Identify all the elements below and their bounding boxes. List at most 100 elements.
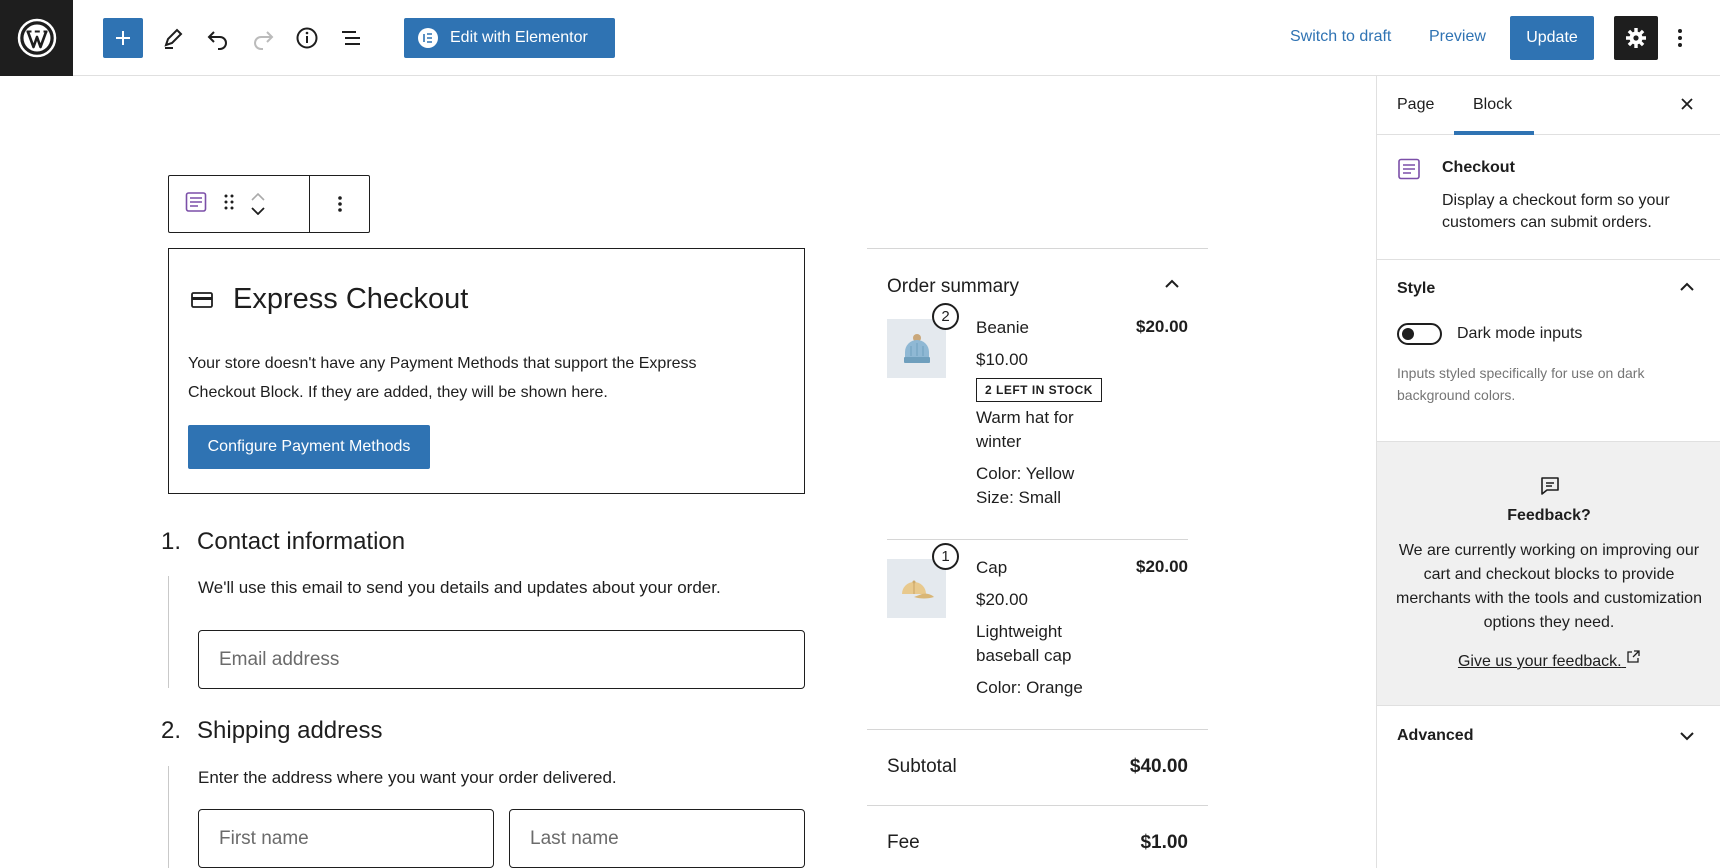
summary-divider xyxy=(867,729,1208,730)
item-name: Beanie xyxy=(976,318,1029,337)
subtotal-row: Subtotal $40.00 xyxy=(887,756,1188,778)
beanie-thumbnail xyxy=(887,319,946,378)
dark-mode-help-text: Inputs styled specifically for use on da… xyxy=(1397,365,1645,403)
wordpress-icon xyxy=(17,18,56,58)
close-icon[interactable] xyxy=(1679,96,1695,112)
cap-image xyxy=(901,580,934,598)
summary-top-border xyxy=(867,248,1208,249)
block-toolbar-main xyxy=(169,176,310,232)
add-block-button[interactable] xyxy=(103,18,143,58)
more-vertical-icon xyxy=(1678,29,1682,47)
wordpress-logo-button[interactable] xyxy=(0,0,73,76)
item-description: Lightweight baseball cap xyxy=(976,622,1072,665)
block-description: Display a checkout form so your customer… xyxy=(1442,192,1670,231)
shipping-description: Enter the address where you want your or… xyxy=(198,768,617,787)
quantity-badge: 2 xyxy=(932,303,959,330)
preview-button[interactable]: Preview xyxy=(1429,28,1486,46)
express-checkout-block[interactable]: Express Checkout Your store doesn't have… xyxy=(168,248,805,494)
drag-handle-icon xyxy=(224,194,234,209)
info-icon xyxy=(296,27,318,49)
low-stock-badge: 2 LEFT IN STOCK xyxy=(976,378,1102,402)
tab-page[interactable]: Page xyxy=(1397,96,1434,114)
more-vertical-icon xyxy=(337,196,342,212)
shipping-address-heading: 2. Shipping address xyxy=(161,717,382,745)
undo-icon xyxy=(207,31,227,50)
pencil-icon xyxy=(164,28,183,49)
settings-sidebar: Page Block Checkout Display a checkout f… xyxy=(1376,76,1720,868)
update-button[interactable]: Update xyxy=(1510,16,1594,60)
feedback-title: Feedback? xyxy=(1507,507,1591,524)
block-card: Checkout Display a checkout form so your… xyxy=(1377,135,1720,260)
tab-block[interactable]: Block xyxy=(1473,96,1512,114)
feedback-panel: Feedback? We are currently working on im… xyxy=(1377,442,1720,706)
item-attribute: Size: Small xyxy=(976,488,1062,507)
edit-with-elementor-button[interactable]: Edit with Elementor xyxy=(404,18,615,58)
move-down-icon[interactable] xyxy=(251,207,265,215)
item-total-price: $20.00 xyxy=(1136,557,1188,576)
external-link-icon xyxy=(1627,650,1640,663)
item-attribute: Color: Yellow xyxy=(976,464,1075,483)
list-view-icon xyxy=(342,31,360,45)
switch-to-draft-button[interactable]: Switch to draft xyxy=(1290,28,1391,46)
fee-value: $1.00 xyxy=(1140,832,1188,853)
step-number: 1. xyxy=(161,528,182,555)
item-attribute: Color: Orange xyxy=(976,678,1083,697)
quantity-badge: 1 xyxy=(932,543,959,570)
advanced-panel-title: Advanced xyxy=(1397,727,1474,744)
cap-details: Cap $20.00 Lightweight baseball cap Colo… xyxy=(976,556,1116,700)
settings-button[interactable] xyxy=(1614,16,1658,60)
elementor-icon xyxy=(418,28,438,48)
express-checkout-heading: Express Checkout xyxy=(191,283,468,316)
dark-mode-inputs-label: Dark mode inputs xyxy=(1457,325,1583,342)
tools-button[interactable] xyxy=(153,18,193,58)
undo-button[interactable] xyxy=(198,18,238,58)
feedback-text: We are currently working on improving ou… xyxy=(1396,542,1702,631)
move-up-icon[interactable] xyxy=(251,193,265,201)
subtotal-label: Subtotal xyxy=(887,756,957,777)
express-checkout-title: Express Checkout xyxy=(233,283,469,315)
credit-card-icon xyxy=(191,291,213,308)
chevron-down-icon[interactable] xyxy=(1679,730,1695,742)
chevron-up-icon[interactable] xyxy=(1679,281,1695,293)
block-toolbar xyxy=(168,175,370,233)
subtotal-value: $40.00 xyxy=(1129,756,1188,777)
details-button[interactable] xyxy=(287,18,327,58)
step-divider xyxy=(168,766,169,868)
list-view-button[interactable] xyxy=(331,18,371,58)
redo-icon xyxy=(254,31,274,50)
item-unit-price: $10.00 xyxy=(976,350,1028,369)
block-movers xyxy=(251,193,265,215)
configure-payment-methods-button[interactable]: Configure Payment Methods xyxy=(188,425,430,469)
editor-canvas: Express Checkout Your store doesn't have… xyxy=(0,76,1376,868)
advanced-panel[interactable]: Advanced xyxy=(1377,706,1720,766)
step-title: Shipping address xyxy=(197,717,383,744)
options-menu-button[interactable] xyxy=(1668,16,1692,60)
item-description: Warm hat for winter xyxy=(976,408,1074,451)
last-name-input[interactable]: Last name xyxy=(509,809,805,868)
block-title: Checkout xyxy=(1442,159,1515,176)
contact-description: We'll use this email to send you details… xyxy=(198,578,721,597)
item-name: Cap xyxy=(976,558,1008,577)
block-type-button[interactable] xyxy=(185,191,207,218)
plus-icon xyxy=(116,31,130,45)
first-name-placeholder: First name xyxy=(219,827,309,849)
drag-handle[interactable] xyxy=(223,193,235,216)
dark-mode-inputs-toggle[interactable] xyxy=(1397,323,1442,345)
email-address-input[interactable]: Email address xyxy=(198,630,805,689)
give-feedback-link[interactable]: Give us your feedback. xyxy=(1377,650,1720,671)
fee-row: Fee $1.00 xyxy=(887,832,1188,854)
sidebar-tabs: Page Block xyxy=(1377,76,1720,135)
style-panel-toggle[interactable]: Style xyxy=(1397,280,1435,298)
step-title: Contact information xyxy=(197,528,406,555)
checkout-block-icon xyxy=(185,191,207,212)
contact-information-heading: 1. Contact information xyxy=(161,528,405,556)
give-feedback-label: Give us your feedback. xyxy=(1457,653,1622,670)
first-name-input[interactable]: First name xyxy=(198,809,494,868)
item-divider xyxy=(887,539,1188,540)
step-divider xyxy=(168,576,169,688)
cap-thumbnail xyxy=(887,559,946,618)
item-unit-price: $20.00 xyxy=(976,590,1028,609)
chevron-up-icon[interactable] xyxy=(1163,278,1181,290)
redo-button[interactable] xyxy=(243,18,283,58)
block-options-button[interactable] xyxy=(310,176,369,232)
